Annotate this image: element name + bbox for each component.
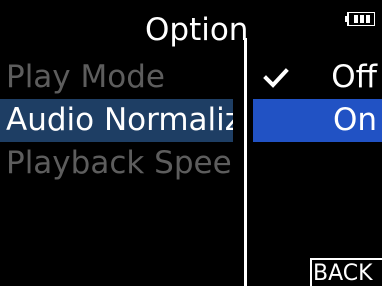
option-list: Off On xyxy=(253,56,382,142)
back-button[interactable]: BACK xyxy=(310,258,382,286)
menu-item-label: Audio Normalization xyxy=(6,102,233,138)
menu-item-label: Play Mode xyxy=(6,59,165,95)
menu-item-playback-speed[interactable]: Playback Speed xyxy=(0,142,233,185)
menu-item-label: Playback Speed xyxy=(6,145,233,181)
menu-item-play-mode[interactable]: Play Mode xyxy=(0,56,233,99)
battery-icon xyxy=(345,12,375,26)
option-on[interactable]: On xyxy=(253,99,382,142)
menu-item-audio-normalization[interactable]: Audio Normalization xyxy=(0,99,233,142)
device-screen: Option Play Mode Audio Normalization Pla… xyxy=(0,0,382,286)
option-label: On xyxy=(332,102,377,138)
checkmark-icon xyxy=(263,68,289,88)
column-divider xyxy=(244,38,247,286)
option-off[interactable]: Off xyxy=(253,56,382,99)
option-label: Off xyxy=(331,59,377,95)
screen-title: Option xyxy=(145,12,249,48)
settings-menu: Play Mode Audio Normalization Playback S… xyxy=(0,56,233,185)
